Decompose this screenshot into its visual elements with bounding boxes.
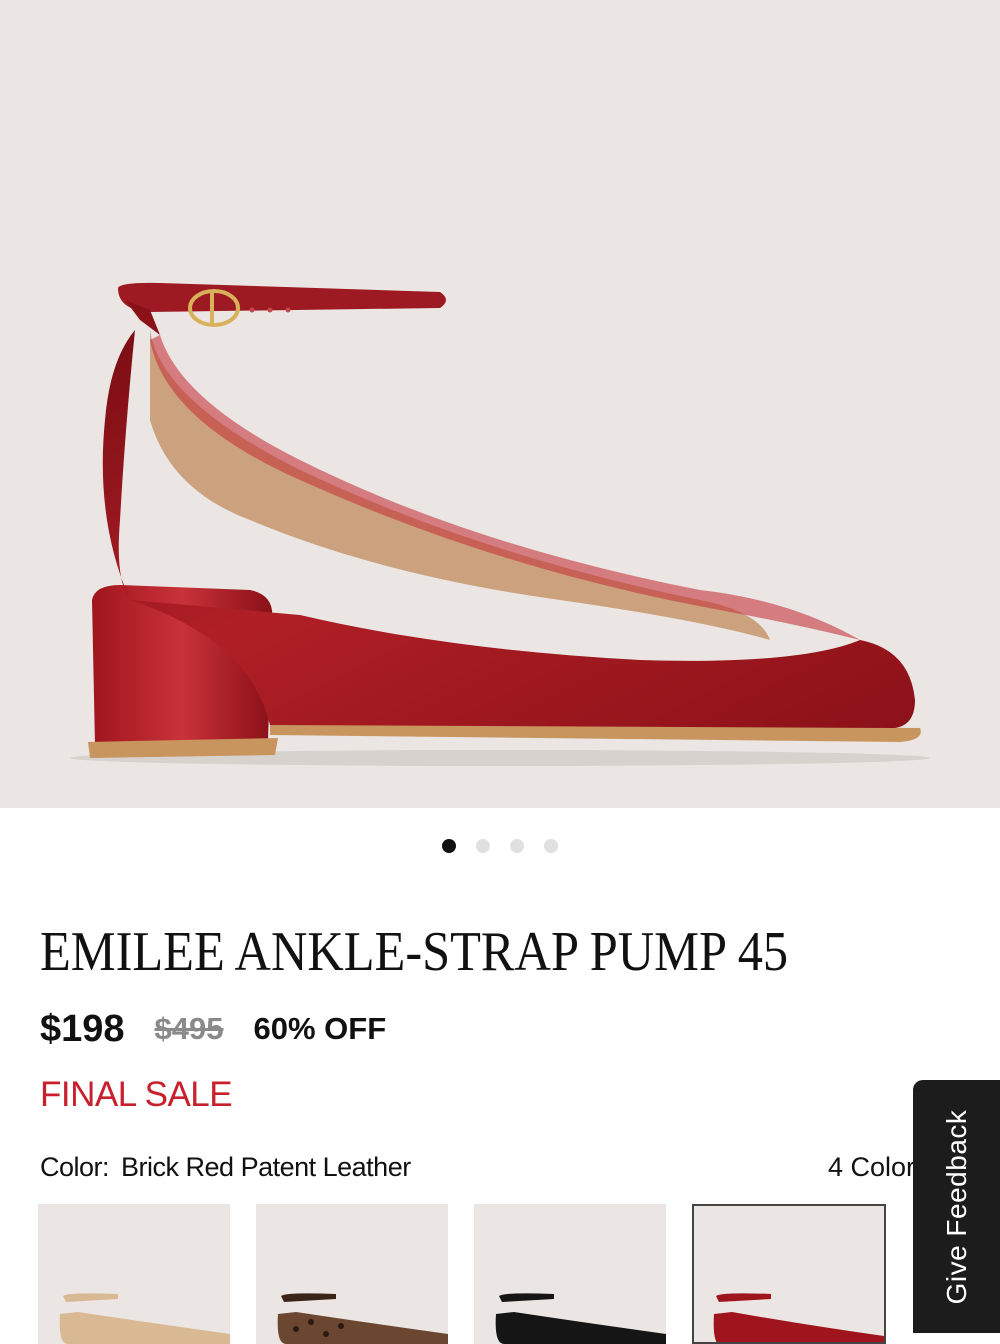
- sale-price: $198: [40, 1007, 125, 1050]
- swatch-shoe-black: [495, 1293, 666, 1344]
- shoe-illustration: [70, 282, 930, 766]
- swatch-shoe-brick-red: [713, 1293, 884, 1342]
- product-image[interactable]: [0, 0, 1000, 808]
- final-sale-label: FINAL SALE: [40, 1075, 233, 1114]
- original-price: $495: [154, 1011, 224, 1046]
- carousel-indicator: [0, 838, 1000, 854]
- give-feedback-button[interactable]: Give Feedback: [913, 1080, 1000, 1333]
- price-row: $198 $495 60% OFF: [40, 1005, 386, 1053]
- product-title: EMILEE ANKLE-STRAP PUMP 45: [40, 921, 789, 983]
- swatch-nude[interactable]: [38, 1204, 230, 1344]
- swatch-leopard[interactable]: [256, 1204, 448, 1344]
- color-info: Color: Brick Red Patent Leather: [40, 1152, 411, 1183]
- discount-label: 60% OFF: [253, 1011, 387, 1046]
- give-feedback-label: Give Feedback: [940, 1109, 972, 1304]
- color-label: Color:: [40, 1152, 110, 1182]
- color-swatches: [38, 1204, 886, 1344]
- swatch-black[interactable]: [474, 1204, 666, 1344]
- carousel-dot[interactable]: [510, 839, 524, 853]
- carousel-dot[interactable]: [476, 839, 490, 853]
- swatch-brick-red[interactable]: [692, 1204, 886, 1344]
- color-value: Brick Red Patent Leather: [121, 1152, 411, 1182]
- carousel-dot[interactable]: [544, 839, 558, 853]
- swatch-shoe-leopard: [277, 1293, 448, 1344]
- carousel-dot[interactable]: [442, 839, 456, 853]
- swatch-shoe-nude: [59, 1293, 230, 1344]
